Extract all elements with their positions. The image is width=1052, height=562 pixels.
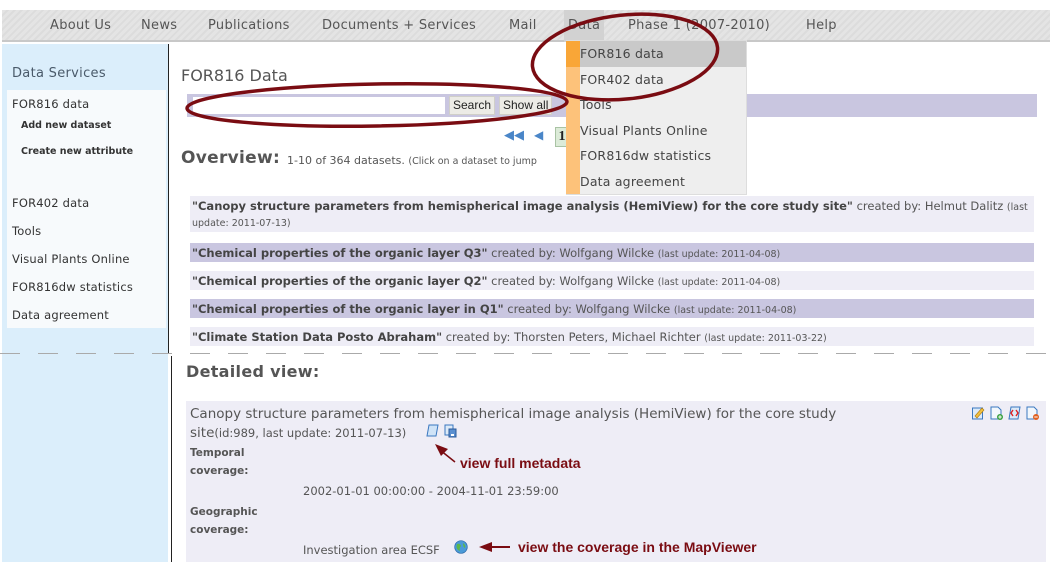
annotation-view-coverage-mapviewer: view the coverage in the MapViewer [518,539,757,555]
dataset-title[interactable]: "Chemical properties of the organic laye… [192,274,487,288]
dropdown-active-marker [566,41,580,67]
nav-publications[interactable]: Publications [208,10,290,42]
dataset-creator: created by: Helmut Dalitz [856,199,1004,213]
dataset-row[interactable]: "Chemical properties of the organic laye… [190,299,1034,318]
temporal-coverage-value: 2002-01-01 00:00:00 - 2004-11-01 23:59:0… [303,484,559,498]
dataset-creator: created by: Wolfgang Wilcke [491,246,655,260]
detailed-view-heading: Detailed view: [186,362,320,381]
top-navigation: About Us News Publications Documents + S… [2,10,1050,42]
globe-icon[interactable] [454,540,468,554]
temporal-label-line1: Temporal [190,447,245,459]
nav-data[interactable]: Data [564,10,605,42]
overview-summary: 1-10 of 364 datasets. (Click on a datase… [287,154,537,167]
section-divider [0,353,1052,354]
overview-hint: (Click on a dataset to jump [408,156,537,167]
dataset-updated: (last update: 2011-04-08) [657,277,781,288]
page: About Us News Publications Documents + S… [0,0,1052,562]
nav-phase-1[interactable]: Phase 1 (2007-2010) [628,10,770,42]
geo-label-line2: coverage: [190,524,249,536]
dataset-title[interactable]: "Chemical properties of the organic laye… [192,246,487,260]
dropdown-item-for402-data[interactable]: FOR402 data [580,67,746,93]
geographic-coverage-value: Investigation area ECSF [303,543,440,557]
nav-documents-services[interactable]: Documents + Services [322,10,476,42]
temporal-label-line2: coverage: [190,465,249,477]
detail-title-line2: site [190,425,215,441]
sidebar-item-add-new-dataset[interactable]: Add new dataset [21,120,111,131]
show-all-button[interactable]: Show all [499,96,553,115]
nav-about-us[interactable]: About Us [50,10,111,42]
delete-document-icon[interactable] [1026,406,1039,420]
dataset-title[interactable]: "Climate Station Data Posto Abraham" [192,330,442,344]
temporal-coverage-label: Temporal coverage: [190,444,249,480]
dataset-row[interactable]: "Climate Station Data Posto Abraham" cre… [190,327,1034,346]
annotation-view-full-metadata: view full metadata [460,455,581,471]
download-icon[interactable] [444,424,457,438]
prev-page-icon[interactable]: ◀ [534,128,543,142]
geographic-coverage-label: Geographic coverage: [190,503,258,539]
dataset-creator: created by: Thorsten Peters, Michael Ric… [445,330,701,344]
sidebar-item-create-new-attribute[interactable]: Create new attribute [21,146,133,157]
nav-mail[interactable]: Mail [509,10,537,42]
nav-help[interactable]: Help [806,10,837,42]
sidebar-item-tools[interactable]: Tools [12,224,41,238]
sidebar-item-data-agreement[interactable]: Data agreement [12,308,109,322]
dataset-creator: created by: Wolfgang Wilcke [491,274,655,288]
dataset-updated: (last update: 2011-03-22) [704,333,827,344]
dropdown-item-visual-plants-online[interactable]: Visual Plants Online [580,118,746,144]
nav-news[interactable]: News [141,10,177,42]
detail-meta: (id:989, last update: 2011-07-13) [214,426,407,440]
search-button[interactable]: Search [449,96,496,115]
dropdown-item-for816dw-statistics[interactable]: FOR816dw statistics [580,143,746,169]
sidebar-item-for402-data[interactable]: FOR402 data [12,196,89,210]
dataset-row[interactable]: "Chemical properties of the organic laye… [190,243,1034,262]
dataset-title[interactable]: "Canopy structure parameters from hemisp… [192,199,853,213]
dropdown-item-tools[interactable]: Tools [580,92,746,118]
dataset-updated: (last update: 2011-04-08) [657,249,781,260]
first-page-icon[interactable]: ◀◀ [504,128,524,143]
add-document-icon[interactable] [990,406,1003,420]
sidebar-title: Data Services [12,66,106,81]
sidebar-item-for816dw-statistics[interactable]: FOR816dw statistics [12,280,133,294]
dataset-updated: (last update: 2011-04-08) [673,305,797,316]
overview-heading: Overview: [181,148,281,168]
edit-icon[interactable] [972,406,985,420]
dataset-title[interactable]: "Chemical properties of the organic laye… [192,302,504,316]
view-metadata-icon[interactable] [426,424,439,438]
sidebar-item-visual-plants-online[interactable]: Visual Plants Online [12,252,130,266]
detail-title-line1: Canopy structure parameters from hemisph… [190,406,837,422]
sidebar-divider [168,44,169,354]
xml-export-icon[interactable] [1008,406,1021,420]
data-dropdown-menu: FOR816 data FOR402 data Tools Visual Pla… [566,40,747,195]
page-title: FOR816 Data [181,66,288,85]
dropdown-item-for816-data[interactable]: FOR816 data [580,41,746,67]
detail-title: Canopy structure parameters from hemisph… [190,405,930,443]
dropdown-item-data-agreement[interactable]: Data agreement [580,169,746,195]
search-input[interactable] [192,96,446,115]
dataset-row[interactable]: "Chemical properties of the organic laye… [190,271,1034,290]
dataset-row[interactable]: "Canopy structure parameters from hemisp… [190,196,1034,232]
overview-count: 1-10 of 364 datasets. [287,154,405,167]
sidebar-item-for816-data[interactable]: FOR816 data [12,97,89,111]
sidebar-divider-lower [171,356,172,562]
geo-label-line1: Geographic [190,506,258,518]
dataset-creator: created by: Wolfgang Wilcke [507,302,671,316]
